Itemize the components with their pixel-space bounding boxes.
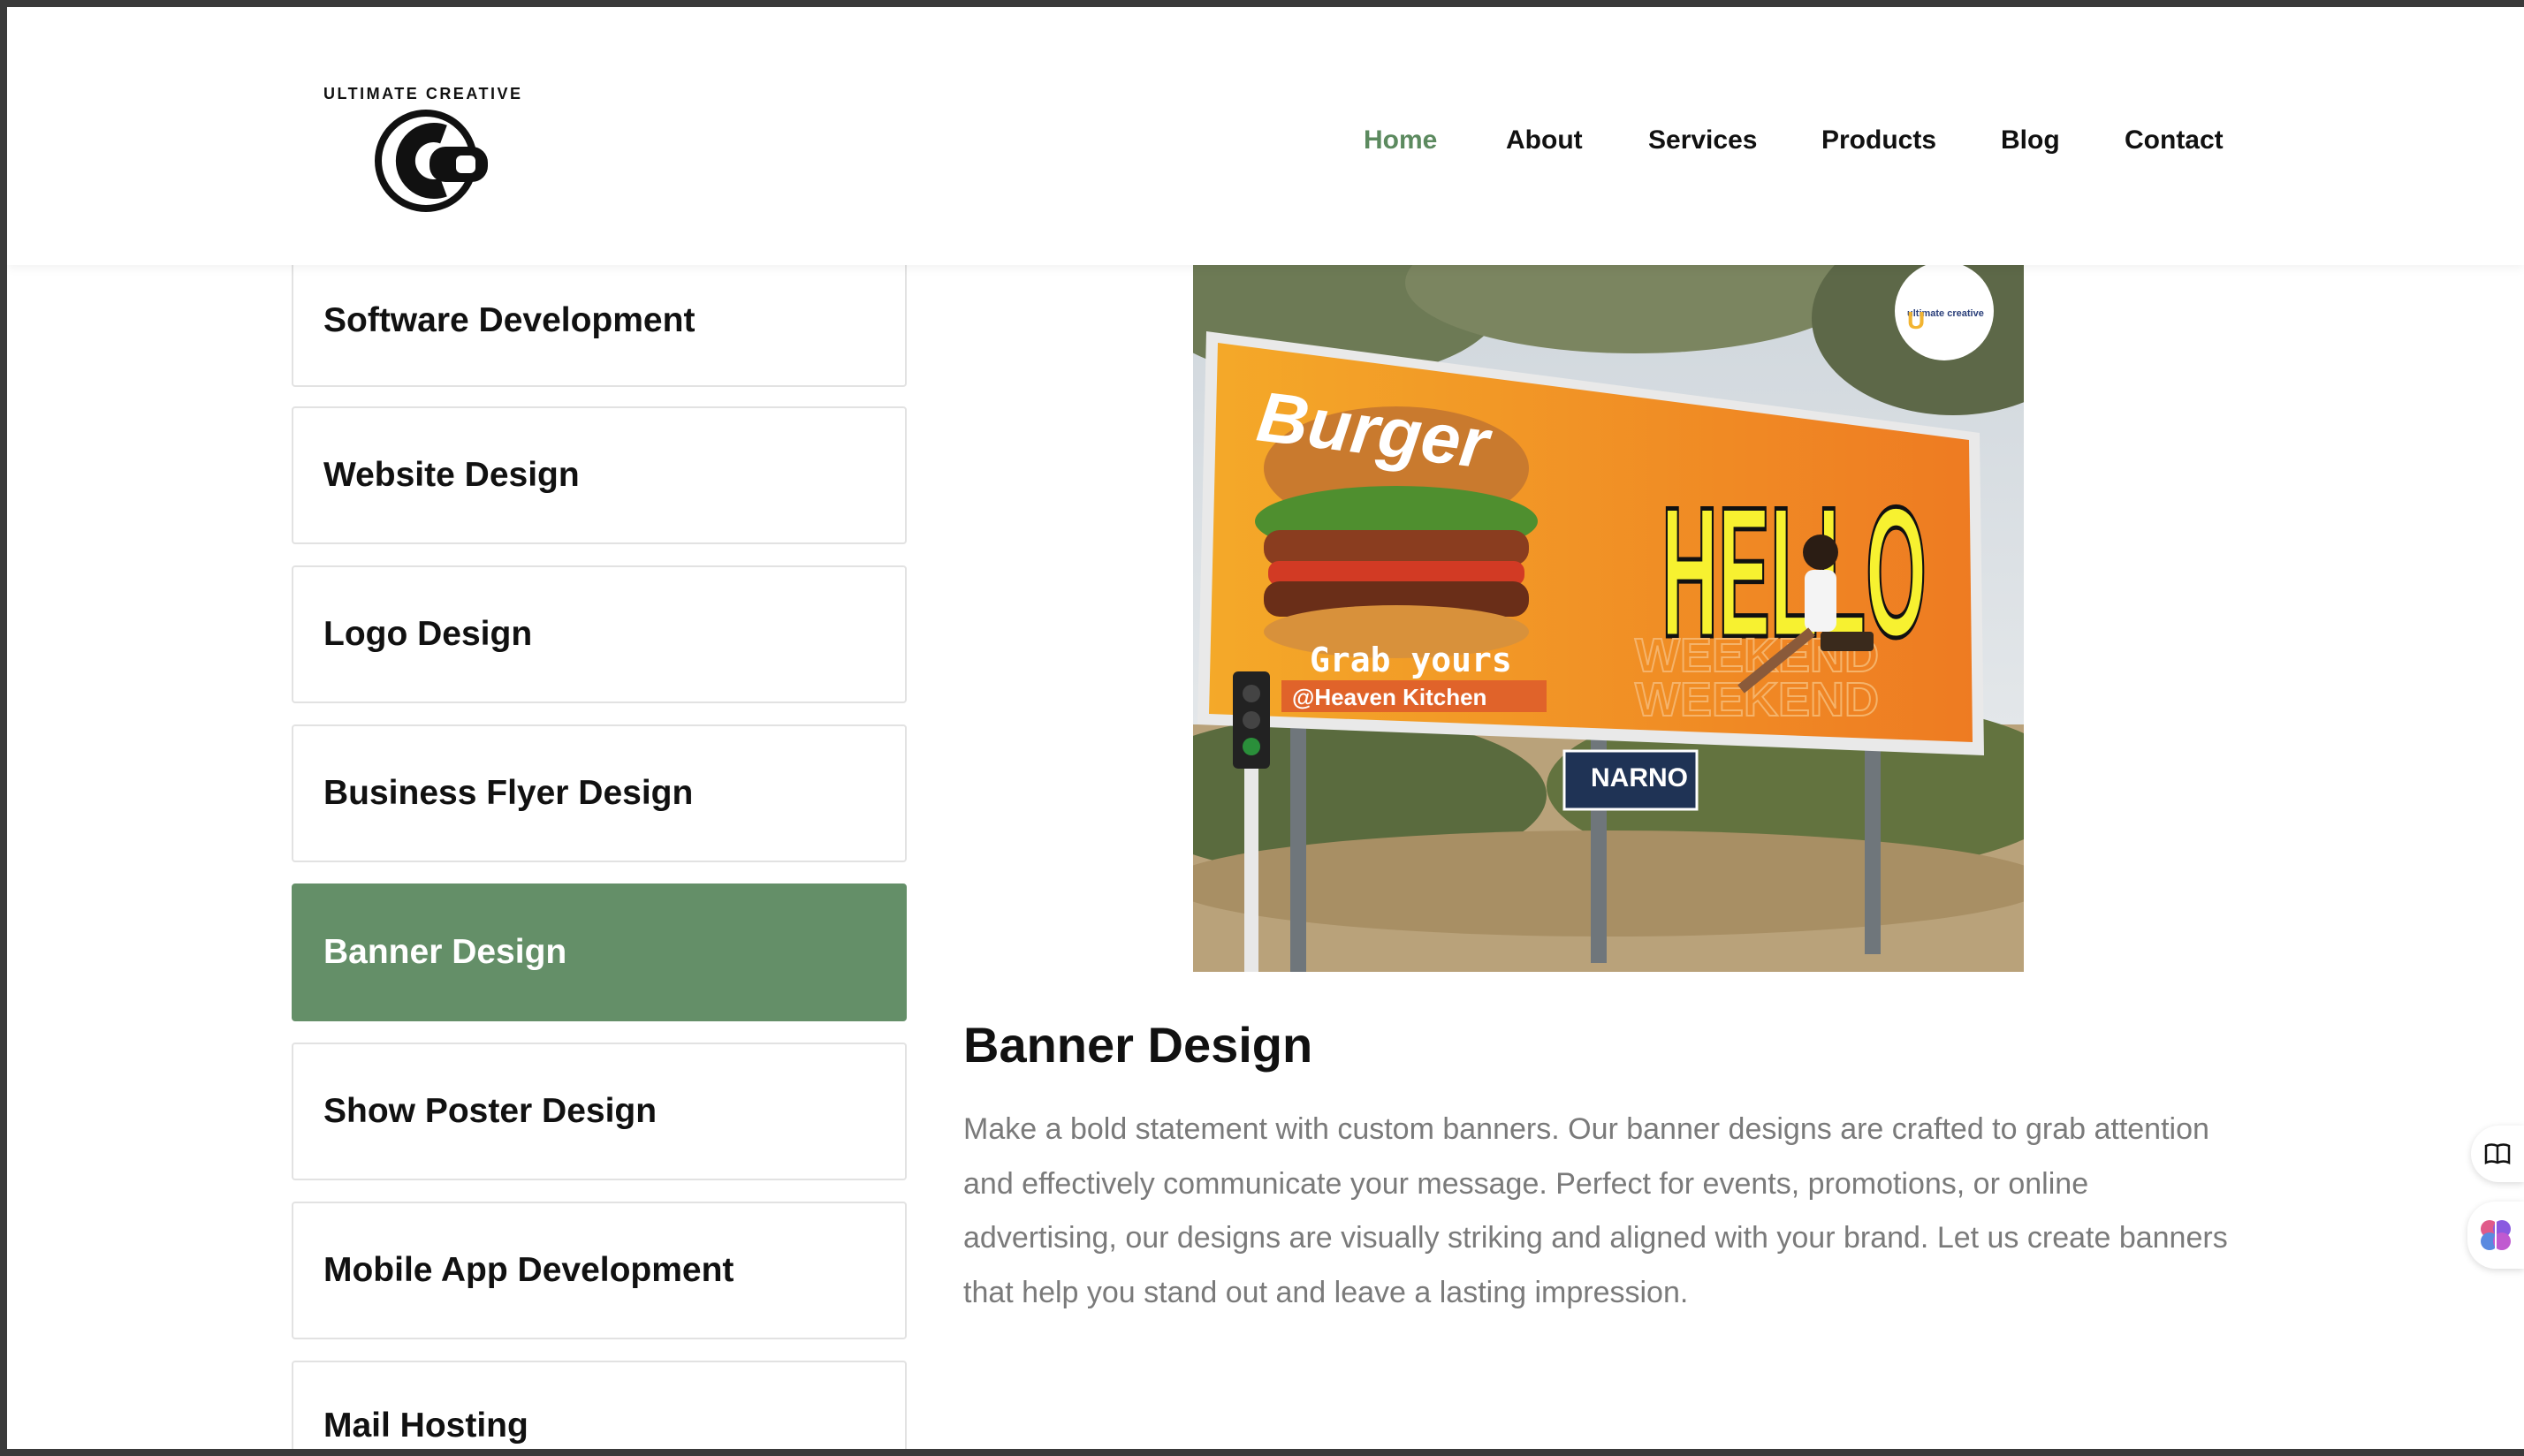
sidebar-item-website-design[interactable]: Website Design xyxy=(292,406,907,544)
logo-mark-icon xyxy=(375,110,488,212)
sidebar-item-show-poster-design[interactable]: Show Poster Design xyxy=(292,1043,907,1180)
billboard-handle-text: @Heaven Kitchen xyxy=(1292,684,1486,710)
narno-sign-text: NARNO xyxy=(1591,763,1688,792)
sidebar-item-software-development[interactable]: Software Development xyxy=(292,254,907,387)
reader-button[interactable] xyxy=(2471,1126,2524,1182)
sidebar-item-logo-design[interactable]: Logo Design xyxy=(292,565,907,703)
main-nav: Home About Services Products Blog Contac… xyxy=(7,125,2524,161)
book-icon xyxy=(2484,1143,2511,1165)
page-title: Banner Design xyxy=(963,1017,1313,1073)
sidebar-item-mail-hosting[interactable]: Mail Hosting xyxy=(292,1361,907,1449)
nav-products[interactable]: Products xyxy=(1821,125,1936,155)
logo-text: ULTIMATE CREATIVE xyxy=(323,85,523,102)
banner-design-image: Burger Grab yours @Heaven Kitchen HELLO … xyxy=(1193,265,2024,972)
service-description: Make a bold statement with custom banner… xyxy=(963,1112,2228,1309)
site-header: ULTIMATE CREATIVE Home About Services Pr… xyxy=(7,7,2524,265)
image-badge-mark-icon: U xyxy=(1907,307,1925,334)
browser-viewport: ULTIMATE CREATIVE Home About Services Pr… xyxy=(7,7,2524,1449)
brain-icon xyxy=(2481,1220,2511,1250)
billboard-illustration: Burger Grab yours @Heaven Kitchen HELLO … xyxy=(1193,265,2024,972)
nav-contact[interactable]: Contact xyxy=(2125,125,2224,155)
nav-services[interactable]: Services xyxy=(1648,125,1757,155)
sidebar-item-mobile-app-development[interactable]: Mobile App Development xyxy=(292,1202,907,1339)
billboard-grab-text: Grab yours xyxy=(1310,641,1512,679)
nav-about[interactable]: About xyxy=(1506,125,1583,155)
nav-home[interactable]: Home xyxy=(1364,125,1437,155)
ai-assistant-button[interactable] xyxy=(2467,1202,2524,1269)
nav-blog[interactable]: Blog xyxy=(2001,125,2060,155)
sidebar-item-business-flyer-design[interactable]: Business Flyer Design xyxy=(292,724,907,862)
sidebar-item-banner-design[interactable]: Banner Design xyxy=(292,883,907,1021)
